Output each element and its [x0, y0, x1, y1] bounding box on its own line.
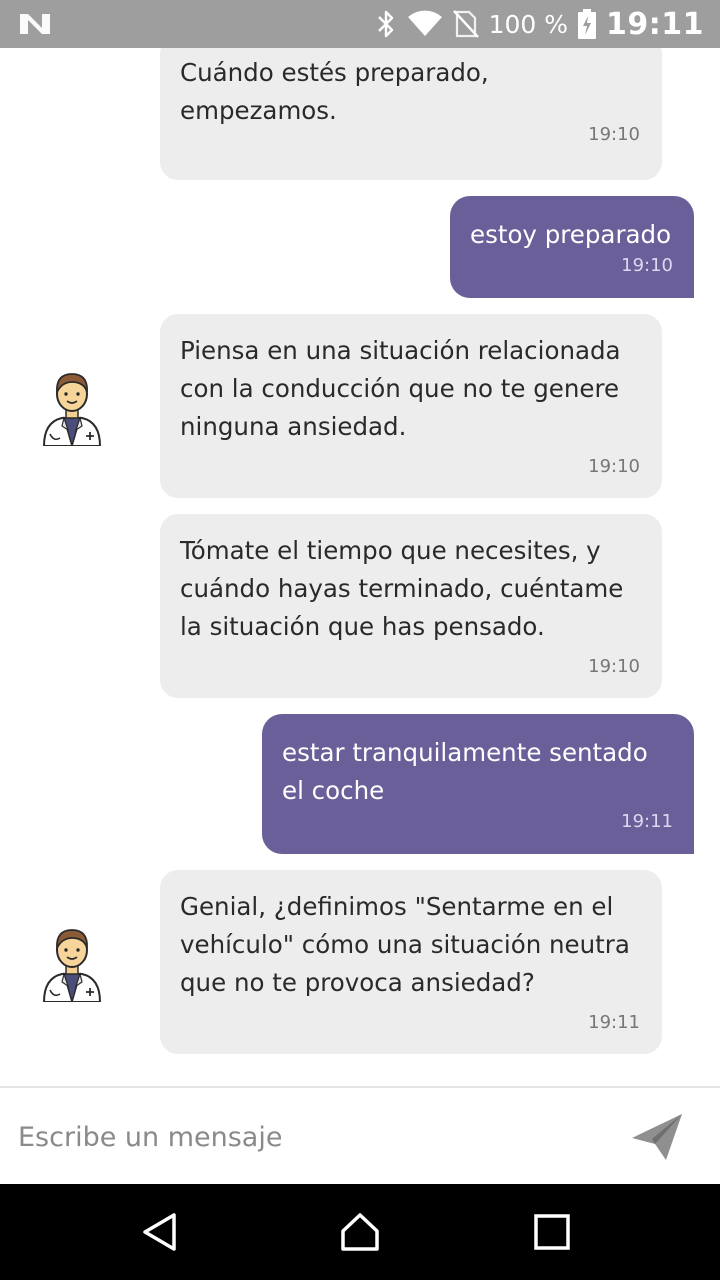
user-message: estar tranquilamente sentado el coche 19… — [262, 714, 694, 854]
message-input[interactable] — [16, 1108, 580, 1166]
user-message: estoy preparado 19:10 — [450, 196, 694, 298]
message-text: estar tranquilamente sentado el coche — [282, 738, 648, 805]
bluetooth-icon — [377, 10, 393, 38]
message-text: estoy preparado — [470, 220, 672, 249]
message-time: 19:11 — [621, 811, 673, 832]
message-time: 19:11 — [588, 1012, 640, 1033]
bot-message: Genial, ¿definimos "Sentarme en el vehíc… — [160, 870, 662, 1054]
clock: 19:11 — [606, 6, 704, 42]
no-sim-icon — [452, 10, 479, 38]
message-text: Tómate el tiempo que necesites, y cuándo… — [180, 536, 624, 641]
message-time: 19:10 — [621, 255, 673, 276]
bot-message: Piensa en una situación relacionada con … — [160, 314, 662, 498]
message-text: Genial, ¿definimos "Sentarme en el vehíc… — [180, 892, 630, 997]
battery-charging-icon — [578, 9, 596, 39]
navigation-bar — [0, 1184, 720, 1280]
back-icon[interactable] — [140, 1212, 180, 1252]
bot-message: Tómate el tiempo que necesites, y cuándo… — [160, 514, 662, 698]
message-time: 19:10 — [588, 456, 640, 477]
message-time: 19:10 — [588, 124, 640, 145]
therapist-avatar — [42, 373, 102, 446]
battery-percentage: 100 % — [488, 9, 568, 39]
message-composer — [0, 1086, 720, 1184]
send-icon[interactable] — [628, 1108, 686, 1166]
notification-n-icon — [20, 14, 50, 34]
message-text: Cuándo estés preparado, empezamos. — [180, 58, 489, 125]
wifi-icon — [407, 10, 442, 36]
recents-icon[interactable] — [532, 1212, 572, 1252]
bot-message: Cuándo estés preparado, empezamos. 19:10 — [160, 48, 662, 180]
chat-messages[interactable]: Cuándo estés preparado, empezamos. 19:10… — [0, 48, 720, 1086]
therapist-avatar — [42, 929, 102, 1002]
message-text: Piensa en una situación relacionada con … — [180, 336, 621, 441]
status-bar: 100 % 19:11 — [0, 0, 720, 48]
home-icon[interactable] — [340, 1212, 380, 1252]
message-time: 19:10 — [588, 656, 640, 677]
